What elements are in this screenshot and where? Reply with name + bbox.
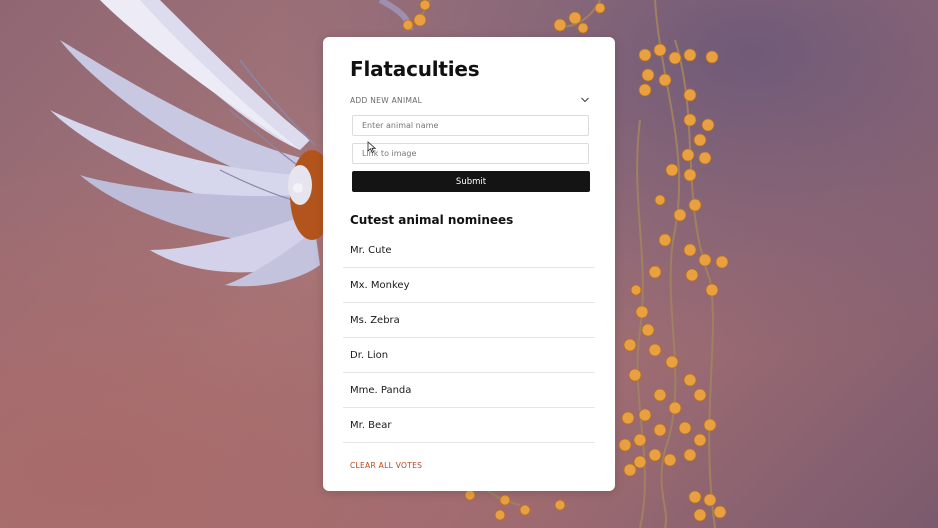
add-new-animal-toggle[interactable]: ADD NEW ANIMAL	[350, 91, 590, 109]
nominee-list: Mr. Cute Mx. Monkey Ms. Zebra Dr. Lion M…	[343, 233, 595, 443]
mouse-cursor-icon	[367, 141, 377, 154]
nominee-card: Flataculties ADD NEW ANIMAL Submit Cutes…	[323, 37, 615, 491]
image-link-input[interactable]	[352, 143, 589, 164]
list-item[interactable]: Mx. Monkey	[343, 268, 595, 303]
list-item[interactable]: Dr. Lion	[343, 338, 595, 373]
animal-name-input[interactable]	[352, 115, 589, 136]
nominees-heading: Cutest animal nominees	[350, 213, 514, 227]
list-item[interactable]: Mr. Bear	[343, 408, 595, 443]
list-item[interactable]: Ms. Zebra	[343, 303, 595, 338]
page-title: Flataculties	[350, 57, 480, 81]
list-item[interactable]: Mme. Panda	[343, 373, 595, 408]
add-new-animal-label: ADD NEW ANIMAL	[350, 95, 423, 105]
list-item[interactable]: Mr. Cute	[343, 233, 595, 268]
submit-button[interactable]: Submit	[352, 171, 590, 192]
chevron-down-icon	[581, 97, 589, 103]
clear-all-votes-link[interactable]: CLEAR ALL VOTES	[350, 461, 422, 470]
